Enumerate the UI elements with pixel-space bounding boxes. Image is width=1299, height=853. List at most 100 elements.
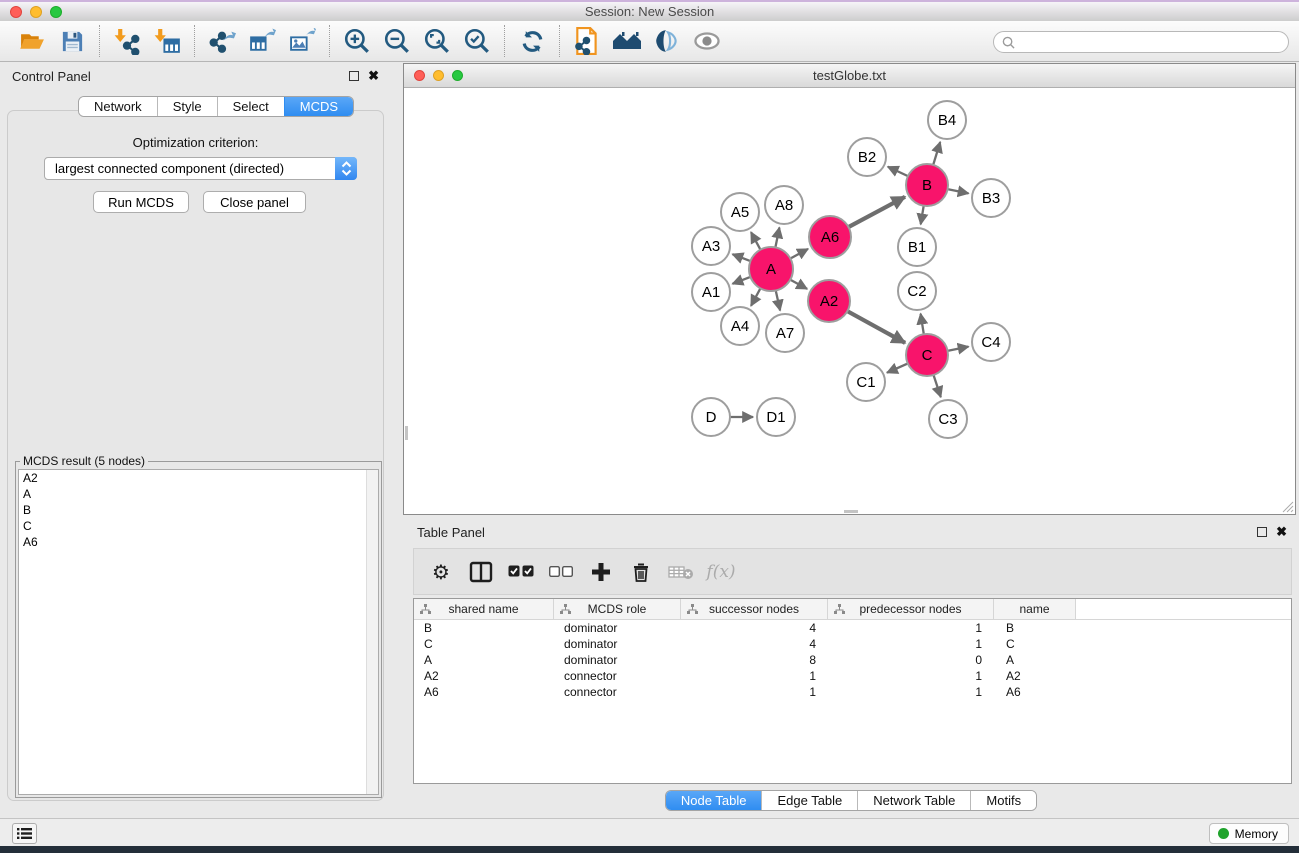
- zoom-fit-icon[interactable]: [417, 24, 457, 58]
- network-canvas[interactable]: B4B2BB3A8A5A6A3B1AC2A1A2A4A7C4CC1C3DD1: [404, 88, 1295, 514]
- mcds-result-item[interactable]: C: [19, 518, 378, 534]
- table-row[interactable]: A2connector11A2: [414, 668, 1291, 684]
- column-header-predecessor-nodes[interactable]: predecessor nodes: [828, 599, 994, 619]
- search-input[interactable]: [1020, 35, 1280, 49]
- cell-shared-name[interactable]: A6: [414, 685, 554, 699]
- graph-node-C[interactable]: C: [906, 334, 948, 376]
- cell-name[interactable]: B: [994, 621, 1076, 635]
- cell-predecessor-nodes[interactable]: 1: [828, 669, 994, 683]
- table-options-gear-icon[interactable]: ⚙: [428, 559, 454, 585]
- tab-select[interactable]: Select: [217, 97, 284, 116]
- graph-node-B1[interactable]: B1: [898, 228, 936, 266]
- graph-edge-A-A8[interactable]: [775, 228, 779, 250]
- graph-node-C1[interactable]: C1: [847, 363, 885, 401]
- graph-node-B2[interactable]: B2: [848, 138, 886, 176]
- graph-edge-B-B1[interactable]: [921, 204, 924, 225]
- float-table-panel-icon[interactable]: [1257, 527, 1267, 537]
- graph-edge-A-A3[interactable]: [733, 254, 753, 262]
- cell-shared-name[interactable]: A: [414, 653, 554, 667]
- column-header-shared-name[interactable]: shared name: [414, 599, 554, 619]
- hide-graphics-details-icon[interactable]: [687, 24, 727, 58]
- visual-properties-icon[interactable]: [647, 24, 687, 58]
- mcds-result-item[interactable]: A: [19, 486, 378, 502]
- graph-node-A7[interactable]: A7: [766, 314, 804, 352]
- memory-button[interactable]: Memory: [1209, 823, 1289, 844]
- tab-style[interactable]: Style: [157, 97, 217, 116]
- graph-edge-B-B3[interactable]: [946, 189, 969, 194]
- zoom-selected-icon[interactable]: [457, 24, 497, 58]
- add-row-icon[interactable]: [588, 559, 614, 585]
- graph-edge-A-A6[interactable]: [789, 249, 808, 260]
- graph-node-A6[interactable]: A6: [809, 216, 851, 258]
- graph-edge-A-A7[interactable]: [775, 289, 780, 311]
- import-table-icon[interactable]: [147, 24, 187, 58]
- cell-mcds-role[interactable]: dominator: [554, 621, 681, 635]
- mcds-result-item[interactable]: A2: [19, 470, 378, 486]
- mcds-result-list[interactable]: A2ABCA6: [18, 469, 379, 795]
- graph-edge-A-A2[interactable]: [789, 279, 808, 289]
- close-panel-icon[interactable]: ✖: [368, 71, 379, 81]
- cell-predecessor-nodes[interactable]: 0: [828, 653, 994, 667]
- tab-network[interactable]: Network: [79, 97, 157, 116]
- import-network-icon[interactable]: [107, 24, 147, 58]
- home-view-icon[interactable]: [607, 24, 647, 58]
- unselect-all-checkboxes-icon[interactable]: [548, 559, 574, 585]
- zoom-in-icon[interactable]: [337, 24, 377, 58]
- network-window-titlebar[interactable]: testGlobe.txt: [404, 64, 1295, 88]
- close-panel-button[interactable]: Close panel: [203, 191, 306, 213]
- graph-edge-A2-C[interactable]: [846, 310, 906, 343]
- graph-node-D[interactable]: D: [692, 398, 730, 436]
- graph-node-A8[interactable]: A8: [765, 186, 803, 224]
- insert-column-icon[interactable]: [468, 559, 494, 585]
- cell-successor-nodes[interactable]: 4: [681, 637, 828, 651]
- table-row[interactable]: Adominator80A: [414, 652, 1291, 668]
- cell-predecessor-nodes[interactable]: 1: [828, 637, 994, 651]
- graph-edge-A6-B[interactable]: [847, 197, 905, 228]
- graph-node-B3[interactable]: B3: [972, 179, 1010, 217]
- column-header-name[interactable]: name: [994, 599, 1076, 619]
- table-tab-network-table[interactable]: Network Table: [857, 791, 970, 810]
- table-tab-node-table[interactable]: Node Table: [666, 791, 762, 810]
- graph-node-A1[interactable]: A1: [692, 273, 730, 311]
- new-network-from-selection-icon[interactable]: [567, 24, 607, 58]
- cell-successor-nodes[interactable]: 1: [681, 685, 828, 699]
- cell-shared-name[interactable]: A2: [414, 669, 554, 683]
- zoom-out-icon[interactable]: [377, 24, 417, 58]
- cell-successor-nodes[interactable]: 8: [681, 653, 828, 667]
- graph-edge-C-C4[interactable]: [946, 347, 969, 352]
- graph-node-B4[interactable]: B4: [928, 101, 966, 139]
- graph-edge-C-C3[interactable]: [933, 373, 941, 397]
- cell-predecessor-nodes[interactable]: 1: [828, 621, 994, 635]
- column-header-successor-nodes[interactable]: successor nodes: [681, 599, 828, 619]
- cell-name[interactable]: C: [994, 637, 1076, 651]
- graph-node-A5[interactable]: A5: [721, 193, 759, 231]
- mcds-result-item[interactable]: B: [19, 502, 378, 518]
- graph-edge-B-B4[interactable]: [933, 142, 941, 167]
- list-scrollbar[interactable]: [366, 470, 378, 794]
- graph-node-A2[interactable]: A2: [808, 280, 850, 322]
- graph-edge-B-B2[interactable]: [888, 167, 910, 177]
- cell-mcds-role[interactable]: dominator: [554, 653, 681, 667]
- export-table-icon[interactable]: [242, 24, 282, 58]
- float-panel-icon[interactable]: [349, 71, 359, 81]
- cell-mcds-role[interactable]: dominator: [554, 637, 681, 651]
- select-all-checkboxes-icon[interactable]: [508, 559, 534, 585]
- graph-node-C3[interactable]: C3: [929, 400, 967, 438]
- cell-mcds-role[interactable]: connector: [554, 669, 681, 683]
- graph-edge-A-A1[interactable]: [733, 276, 753, 284]
- save-session-icon[interactable]: [52, 24, 92, 58]
- table-row[interactable]: Cdominator41C: [414, 636, 1291, 652]
- graph-node-C4[interactable]: C4: [972, 323, 1010, 361]
- cell-mcds-role[interactable]: connector: [554, 685, 681, 699]
- table-row[interactable]: Bdominator41B: [414, 620, 1291, 636]
- graph-node-C2[interactable]: C2: [898, 272, 936, 310]
- close-table-panel-icon[interactable]: ✖: [1276, 527, 1287, 537]
- run-mcds-button[interactable]: Run MCDS: [93, 191, 189, 213]
- graph-edge-A-A5[interactable]: [751, 232, 761, 251]
- table-tab-motifs[interactable]: Motifs: [970, 791, 1036, 810]
- cell-shared-name[interactable]: C: [414, 637, 554, 651]
- graph-node-B[interactable]: B: [906, 164, 948, 206]
- cell-successor-nodes[interactable]: 1: [681, 669, 828, 683]
- export-image-icon[interactable]: [282, 24, 322, 58]
- delete-row-icon[interactable]: [628, 559, 654, 585]
